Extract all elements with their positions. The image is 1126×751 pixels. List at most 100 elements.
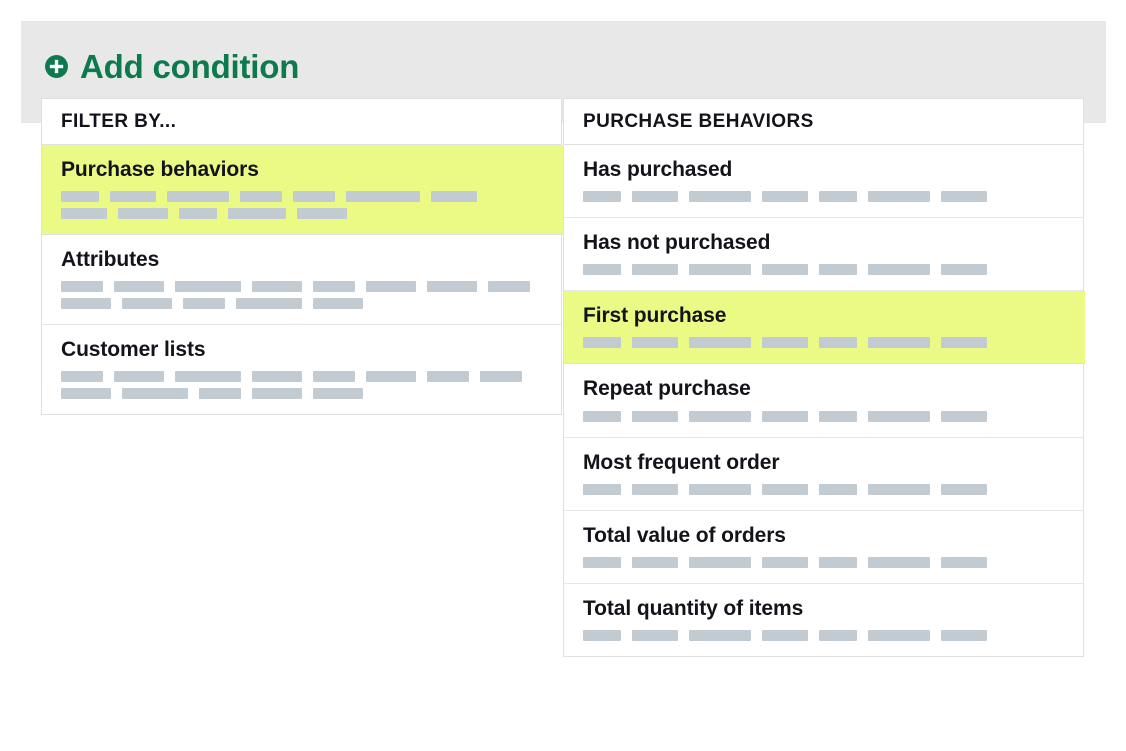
page-title: Add condition [80,47,300,85]
purchase-behavior-item[interactable]: Has not purchased [564,218,1083,292]
skeleton-bar [689,410,751,422]
skeleton-bar [122,298,172,310]
skeleton-bar [297,208,347,220]
purchase-behavior-item-label: Total quantity of items [583,596,804,620]
skeleton-bar [431,191,477,203]
purchase-behaviors-column-header: PURCHASE BEHAVIORS [564,99,1083,145]
skeleton-bar [762,410,808,422]
filter-by-item[interactable]: Customer lists [42,325,561,414]
filter-by-item-label: Purchase behaviors [61,158,259,181]
skeleton-bar [868,337,930,349]
skeleton-bar-line [61,281,561,293]
skeleton-bar [427,281,477,293]
skeleton-bar [819,410,857,422]
purchase-behavior-item-label: First purchase [583,304,727,328]
skeleton-bar [632,191,678,203]
skeleton-bar [762,629,808,641]
skeleton-bar [61,371,103,383]
skeleton-bar [313,371,355,383]
skeleton-bar [689,556,751,568]
skeleton-bar [689,629,751,641]
purchase-behaviors-list: Has purchased Has not purchased First purc… [564,145,1085,656]
skeleton-bar [941,337,987,349]
skeleton-bar [228,208,286,220]
skeleton-bar [689,264,751,276]
purchase-behavior-item[interactable]: Repeat purchase [564,364,1083,438]
skeleton-bar [868,191,930,203]
skeleton-bar [583,483,621,495]
skeleton-bar [122,388,188,400]
filter-by-panel: FILTER BY... Purchase behaviors Attribute… [41,98,563,416]
purchase-behavior-item[interactable]: Has purchased [564,145,1083,219]
skeleton-bar [583,191,621,203]
skeleton-bar [762,556,808,568]
skeleton-bar [632,410,678,422]
skeleton-bar-line [61,191,563,203]
skeleton-bar [868,556,930,568]
skeleton-bar [366,371,416,383]
skeleton-bar [199,388,241,400]
purchase-behavior-item[interactable]: Most frequent order [564,438,1083,511]
skeleton-bar [632,556,678,568]
purchase-behavior-item-label: Has purchased [583,158,733,181]
skeleton-bar [252,388,302,400]
filter-by-header-label: FILTER BY... [61,110,177,132]
skeleton-bar-line [583,264,1083,276]
skeleton-bar [61,281,103,293]
skeleton-bar-line [61,208,563,220]
purchase-behavior-item[interactable]: Total value of orders [564,511,1083,584]
filter-by-item[interactable]: Attributes [42,235,561,326]
skeleton-bar [762,264,808,276]
skeleton-bar-line [583,337,1085,349]
skeleton-bar [488,281,530,293]
skeleton-bar [583,410,621,422]
skeleton-bar [61,208,107,220]
skeleton-bar-line [583,483,1083,495]
skeleton-bar [583,629,621,641]
skeleton-bar [313,298,363,310]
purchase-behavior-item-label: Has not purchased [583,231,771,255]
skeleton-bar [183,298,225,310]
skeleton-bar [632,337,678,349]
purchase-behavior-item[interactable]: First purchase [564,291,1085,365]
skeleton-bar [819,337,857,349]
skeleton-bar [819,264,857,276]
skeleton-bar [240,191,282,203]
skeleton-bar [762,337,808,349]
purchase-behavior-item-label: Most frequent order [583,450,780,474]
purchase-behavior-item[interactable]: Total quantity of items [564,584,1083,656]
skeleton-bar [868,483,930,495]
skeleton-bar [868,629,930,641]
add-condition-header: Add condition [44,45,299,87]
skeleton-bar [313,388,363,400]
skeleton-bar [868,410,930,422]
skeleton-bar [868,264,930,276]
skeleton-bar [941,483,987,495]
skeleton-bar-line [583,410,1083,422]
plus-circle-icon[interactable] [44,54,69,79]
skeleton-bar [941,629,987,641]
filter-by-list: Purchase behaviors Attributes Customer lis… [42,145,563,414]
skeleton-bar [819,191,857,203]
filter-by-item[interactable]: Purchase behaviors [42,145,563,236]
purchase-behavior-item-label: Repeat purchase [583,377,751,401]
skeleton-bar [941,556,987,568]
skeleton-bar [819,556,857,568]
skeleton-bar [366,281,416,293]
skeleton-bar [819,483,857,495]
skeleton-bar [110,191,156,203]
skeleton-bar [427,371,469,383]
skeleton-bar [941,264,987,276]
skeleton-bar [819,629,857,641]
skeleton-bar [61,191,99,203]
skeleton-bar [179,208,217,220]
skeleton-bar [252,371,302,383]
skeleton-bar-line [583,556,1083,568]
skeleton-bar [313,281,355,293]
skeleton-bar [61,388,111,400]
skeleton-bar [632,483,678,495]
skeleton-bar [480,371,522,383]
filter-by-column-header: FILTER BY... [42,99,561,145]
skeleton-bar [167,191,229,203]
purchase-behaviors-panel: PURCHASE BEHAVIORS Has purchased Has not … [563,98,1085,657]
